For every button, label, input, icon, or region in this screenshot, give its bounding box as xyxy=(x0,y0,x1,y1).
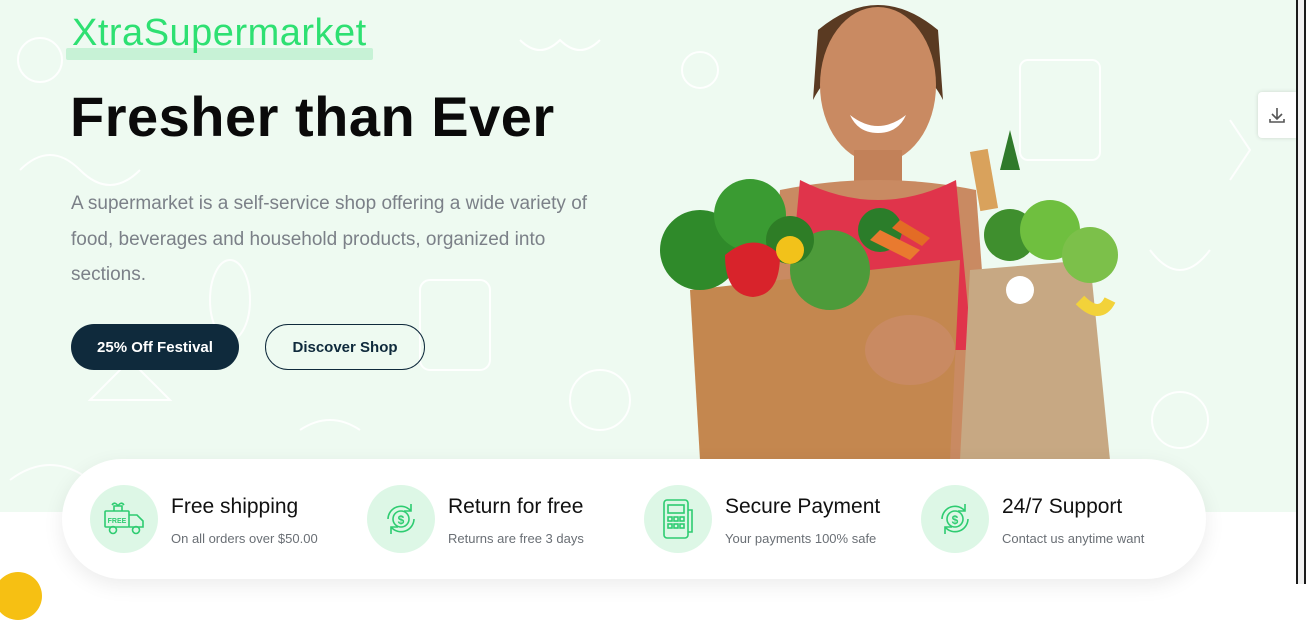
feature-subtitle: On all orders over $50.00 xyxy=(171,531,318,546)
feature-subtitle: Returns are free 3 days xyxy=(448,531,584,546)
hero-headline: Fresher than Ever xyxy=(70,85,555,148)
feature-title: Return for free xyxy=(448,495,584,518)
feature-title: 24/7 Support xyxy=(1002,495,1123,518)
free-delivery-truck-icon: FREE xyxy=(90,485,158,553)
page-scrollbar[interactable] xyxy=(1296,0,1306,584)
dollar-refresh-icon: $ xyxy=(921,485,989,553)
hero-description: A supermarket is a self-service shop off… xyxy=(71,193,588,285)
svg-text:$: $ xyxy=(398,513,405,527)
floating-action-button[interactable] xyxy=(0,572,42,620)
scrollbar-thumb[interactable] xyxy=(1298,0,1304,584)
svg-text:$: $ xyxy=(952,513,959,527)
festival-offer-button[interactable]: 25% Off Festival xyxy=(71,324,239,370)
svg-text:FREE: FREE xyxy=(108,518,127,525)
download-button[interactable] xyxy=(1258,92,1296,138)
dollar-refresh-icon: $ xyxy=(367,485,435,553)
brand-logo[interactable]: XtraSupermarket xyxy=(66,12,373,62)
feature-subtitle: Contact us anytime want xyxy=(1002,531,1145,546)
feature-title: Free shipping xyxy=(171,495,299,518)
discover-shop-button[interactable]: Discover Shop xyxy=(265,324,425,370)
brand-name: XtraSupermarket xyxy=(72,12,367,54)
feature-title: Secure Payment xyxy=(725,495,881,518)
hero-image xyxy=(640,0,1210,460)
hero-section: XtraSupermarket Fresher than Ever A supe… xyxy=(0,0,1296,512)
card-terminal-icon xyxy=(644,485,712,553)
feature-subtitle: Your payments 100% safe xyxy=(725,531,877,546)
download-icon xyxy=(1269,108,1285,123)
features-bar: FREE Free shipping On all orders over $5… xyxy=(62,459,1206,579)
